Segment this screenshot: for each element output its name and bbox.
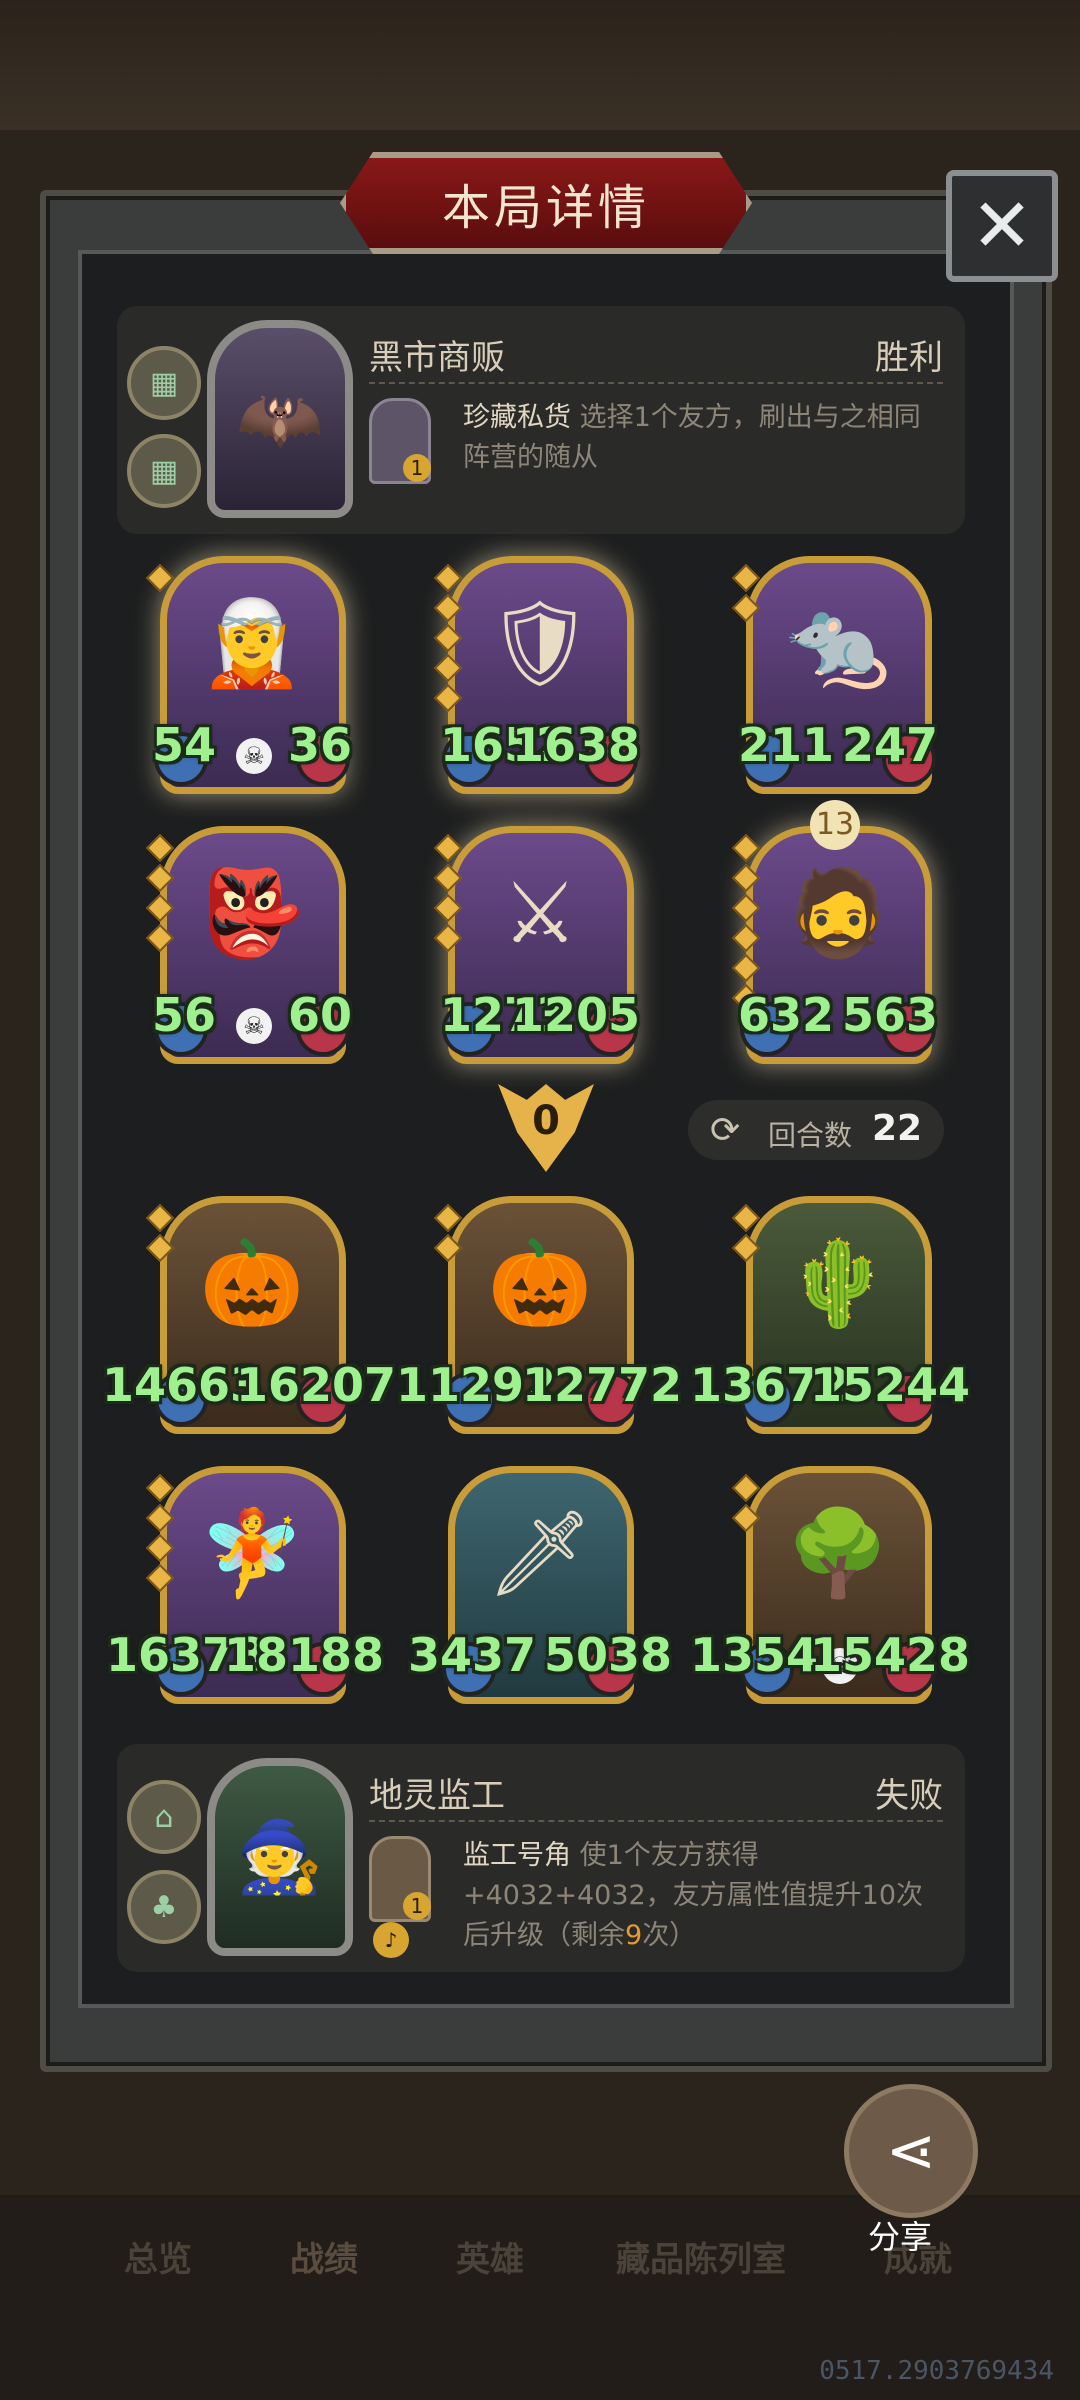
player-name: 地灵监工 [369,1776,505,1816]
unit-attack: 1354 [690,1628,819,1682]
unit-health: 1638 [511,718,640,772]
divider [369,1820,943,1822]
unit-health: 247 [841,718,938,772]
title-banner: 本局详情 [340,152,752,254]
relic-icon[interactable]: ♣ [127,1870,201,1944]
unit-health: 36 [287,718,352,772]
bottom-player-panel: ⌂ ♣ 🧙 地灵监工 失败 1 ♪ 监工号角 使1个友方获得+4032+4032… [117,1744,965,1972]
refresh-icon: ⟳ [710,1110,741,1151]
unit-portrait: 👺 [199,864,305,962]
unit-health: 12772 [521,1358,682,1412]
unit-portrait: 🐀 [785,594,891,692]
unit-attack: 54 [152,718,217,772]
horn-icon: ♪ [373,1922,409,1958]
rounds-value: 22 [872,1108,923,1149]
watermark: 0517.2903769434 [819,2356,1054,2386]
unit-health: 15428 [809,1628,970,1682]
unit-card[interactable]: 🌳 ☠ 1354 15428 [690,1466,970,1706]
close-icon: ✕ [970,183,1033,269]
share-label: 分享 [868,2218,933,2256]
relic-icon[interactable]: ▦ [127,346,201,420]
relic-icon[interactable]: ▦ [127,434,201,508]
unit-card[interactable]: 👺 ☠ 56 60 [145,826,352,1066]
unit-card[interactable]: 🎃 11292 12772 [396,1196,682,1436]
tab-heroes[interactable]: 英雄 [456,2232,524,2281]
skill-remaining: 9 [625,1920,643,1951]
skull-icon: ☠ [236,1008,272,1044]
unit-card[interactable]: 🧝 ☠ 54 36 [145,556,352,796]
share-icon: ⋖ [885,2116,937,2186]
unit-portrait: ⚔ [502,864,578,962]
unit-portrait: 🌵 [785,1234,891,1332]
unit-portrait: 🗡 [486,1504,594,1602]
hero-portrait[interactable]: 🦇 [207,320,353,518]
unit-attack: 632 [738,988,835,1042]
unit-card[interactable]: 🛡 1652 1638 [433,556,640,796]
star-rating [731,1473,761,1538]
unit-health: 1205 [511,988,640,1042]
divider [369,382,943,384]
player-result: 失败 [875,1776,943,1816]
shield-value: 0 [532,1098,560,1144]
skill-count-badge: 1 [403,1892,431,1920]
skill-desc-end: 次） [642,1920,697,1951]
unit-attack: 3437 [408,1628,537,1682]
player-name: 黑市商贩 [369,338,505,378]
unit-health: 5038 [543,1628,672,1682]
hero-portrait[interactable]: 🧙 [207,1758,353,1956]
unit-portrait: 🌳 [785,1504,891,1602]
unit-health: 16207 [235,1358,396,1412]
dialog-title: 本局详情 [441,180,650,236]
share-button[interactable]: ⋖ [844,2084,978,2218]
unit-portrait: 🎃 [199,1234,305,1332]
top-player-panel: ▦ ▦ 🦇 黑市商贩 胜利 1 珍藏私货 选择1个友方，刷出与之相同阵营的随从 [117,306,965,534]
star-rating [433,563,463,718]
rounds-label: 回合数 [768,1119,853,1152]
unit-health: 563 [841,988,938,1042]
unit-portrait: 🧝 [199,594,305,692]
unit-card[interactable]: 🌵 13672 15244 [690,1196,970,1436]
skill-description: 监工号角 使1个友方获得+4032+4032，友方属性值提升10次后升级（剩余9… [463,1836,943,1956]
unit-portrait: 🎃 [487,1234,593,1332]
unit-card[interactable]: 🧚 16378 18188 [106,1466,384,1706]
unit-health: 15244 [809,1358,970,1412]
unit-attack: 211 [738,718,835,772]
unit-card[interactable]: 🎃 14663 16207 [102,1196,396,1436]
unit-card[interactable]: 🐀 211 247 [731,556,938,796]
player-result: 胜利 [875,338,943,378]
relic-icon[interactable]: ⌂ [127,1780,201,1854]
star-rating [433,833,463,958]
unit-portrait: 🛡 [486,594,594,692]
tab-records[interactable]: 战绩 [290,2232,358,2281]
star-rating [433,1203,463,1268]
unit-portrait: 🧔 [785,864,891,962]
skill-count-badge: 1 [403,454,431,482]
unit-card[interactable]: 🗡 3437 5038 [408,1466,672,1706]
skull-icon: ☠ [236,738,272,774]
background-top [0,0,1080,130]
unit-level-badge: 13 [810,800,860,850]
star-rating [145,1473,175,1598]
star-rating [731,563,761,628]
unit-attack: 56 [152,988,217,1042]
unit-health: 60 [287,988,352,1042]
skill-name: 珍藏私货 [463,402,571,433]
unit-health: 18188 [223,1628,384,1682]
skill-description: 珍藏私货 选择1个友方，刷出与之相同阵营的随从 [463,398,943,478]
rounds-counter: ⟳ 回合数 22 [688,1100,944,1160]
unit-portrait: 🧚 [199,1504,305,1602]
skill-name: 监工号角 [463,1840,571,1871]
star-rating [731,1203,761,1268]
unit-card[interactable]: ⚔ 1273 1205 [433,826,640,1066]
tab-overview[interactable]: 总览 [124,2232,192,2281]
star-rating [145,1203,175,1268]
close-button[interactable]: ✕ [946,170,1058,282]
tab-collection[interactable]: 藏品陈列室 [616,2232,786,2281]
star-rating [145,833,175,958]
star-rating [145,563,175,598]
unit-card[interactable]: 13 🧔 632 563 [731,800,938,1066]
